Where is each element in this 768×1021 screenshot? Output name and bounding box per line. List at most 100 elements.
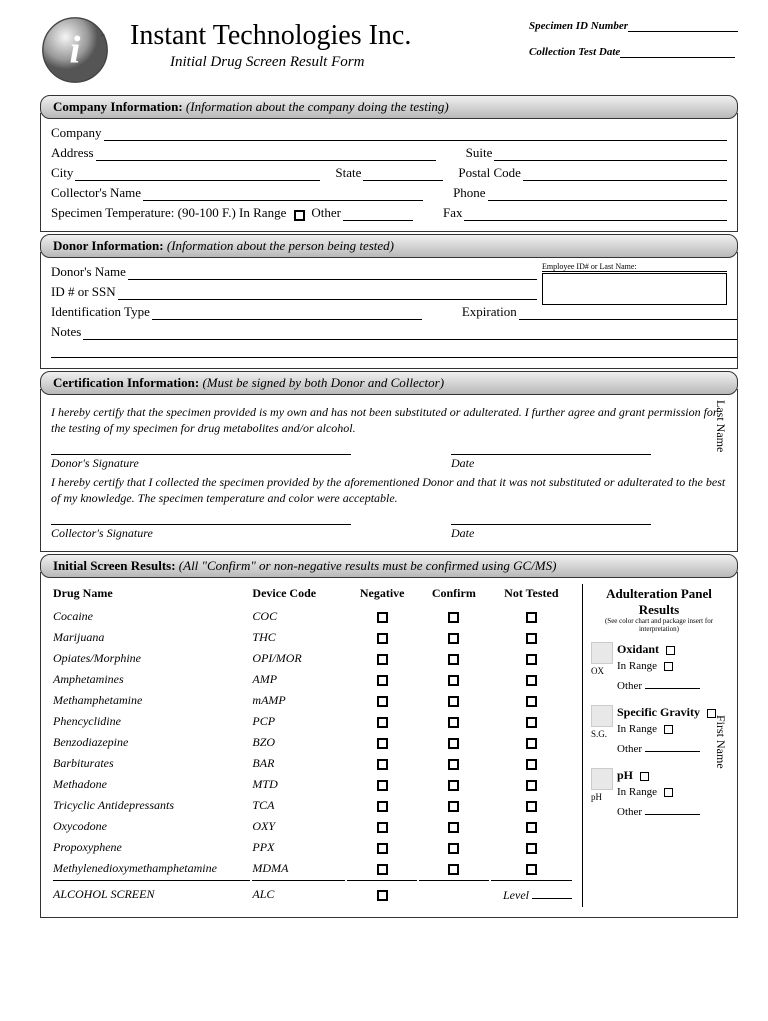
- neg-checkbox[interactable]: [377, 822, 388, 833]
- neg-checkbox[interactable]: [377, 801, 388, 812]
- phone-label: Phone: [453, 185, 486, 201]
- neg-checkbox[interactable]: [377, 717, 388, 728]
- state-field[interactable]: [363, 167, 443, 181]
- confirm-checkbox[interactable]: [448, 822, 459, 833]
- neg-checkbox[interactable]: [377, 696, 388, 707]
- suite-field[interactable]: [494, 147, 727, 161]
- panel-name: Oxidant: [617, 642, 727, 657]
- results-section-body: Drug Name Device Code Negative Confirm N…: [40, 572, 738, 918]
- not-tested-checkbox[interactable]: [526, 675, 537, 686]
- not-tested-checkbox[interactable]: [526, 633, 537, 644]
- neg-checkbox[interactable]: [377, 675, 388, 686]
- confirm-checkbox[interactable]: [448, 633, 459, 644]
- table-row: Tricyclic AntidepressantsTCA: [53, 796, 572, 815]
- collection-date-field[interactable]: Collection Test Date: [529, 46, 738, 58]
- donor-date-field[interactable]: Date: [451, 454, 651, 471]
- company-field[interactable]: Company: [51, 125, 727, 141]
- neg-checkbox[interactable]: [377, 843, 388, 854]
- not-tested-checkbox[interactable]: [526, 696, 537, 707]
- confirm-checkbox[interactable]: [448, 675, 459, 686]
- other-field[interactable]: [645, 738, 700, 752]
- not-tested-checkbox[interactable]: [526, 822, 537, 833]
- address-field[interactable]: [96, 147, 436, 161]
- notes-field-2[interactable]: [51, 344, 737, 358]
- alcohol-row: ALCOHOL SCREEN ALC Level: [53, 880, 572, 905]
- in-range-checkbox[interactable]: [664, 662, 673, 671]
- page-title: Instant Technologies Inc.: [130, 20, 529, 52]
- not-tested-checkbox[interactable]: [526, 780, 537, 791]
- collector-signature-field[interactable]: Collector's Signature: [51, 524, 351, 541]
- collector-date-field[interactable]: Date: [451, 524, 651, 541]
- neg-checkbox[interactable]: [377, 780, 388, 791]
- adulteration-block: S.G.Specific Gravity In Range Other: [591, 705, 727, 758]
- adulteration-block: pHpH In Range Other: [591, 768, 727, 821]
- other-temp-field[interactable]: [343, 207, 413, 221]
- id-ssn-field[interactable]: ID # or SSN: [51, 284, 537, 300]
- not-tested-checkbox[interactable]: [526, 843, 537, 854]
- confirm-checkbox[interactable]: [448, 738, 459, 749]
- other-field[interactable]: [645, 675, 700, 689]
- notes-field[interactable]: Notes: [51, 324, 737, 340]
- confirm-checkbox[interactable]: [448, 612, 459, 623]
- confirm-checkbox[interactable]: [448, 654, 459, 665]
- not-tested-checkbox[interactable]: [526, 654, 537, 665]
- not-tested-checkbox[interactable]: [526, 717, 537, 728]
- neg-checkbox[interactable]: [377, 738, 388, 749]
- swatch-abbr: OX: [591, 666, 617, 676]
- last-name-side-label: Last Name: [713, 400, 728, 452]
- employee-id-label: Employee ID# or Last Name:: [542, 262, 727, 272]
- not-tested-checkbox[interactable]: [526, 738, 537, 749]
- col-neg: Negative: [347, 586, 417, 605]
- expiration-field[interactable]: [519, 306, 737, 320]
- collector-label: Collector's Name: [51, 185, 141, 201]
- table-row: CocaineCOC: [53, 607, 572, 626]
- employee-id-box[interactable]: Employee ID# or Last Name:: [542, 262, 727, 305]
- city-field[interactable]: [75, 167, 320, 181]
- panel-name: Specific Gravity: [617, 705, 727, 720]
- collector-field[interactable]: [143, 187, 423, 201]
- panel-checkbox[interactable]: [666, 646, 675, 655]
- confirm-checkbox[interactable]: [448, 696, 459, 707]
- not-tested-checkbox[interactable]: [526, 759, 537, 770]
- svg-text:i: i: [70, 29, 81, 72]
- in-range-checkbox[interactable]: [664, 725, 673, 734]
- neg-checkbox[interactable]: [377, 864, 388, 875]
- donor-cert-text: I hereby certify that the specimen provi…: [51, 405, 727, 436]
- neg-checkbox[interactable]: [377, 654, 388, 665]
- panel-name: pH: [617, 768, 727, 783]
- other-field[interactable]: [645, 801, 700, 815]
- alcohol-level-field[interactable]: [532, 885, 572, 899]
- expiration-label: Expiration: [462, 304, 517, 320]
- confirm-checkbox[interactable]: [448, 801, 459, 812]
- not-tested-checkbox[interactable]: [526, 612, 537, 623]
- postal-field[interactable]: [523, 167, 727, 181]
- in-range-checkbox[interactable]: [664, 788, 673, 797]
- table-row: PropoxyphenePPX: [53, 838, 572, 857]
- id-type-field[interactable]: [152, 306, 422, 320]
- confirm-checkbox[interactable]: [448, 843, 459, 854]
- not-tested-checkbox[interactable]: [526, 864, 537, 875]
- suite-label: Suite: [466, 145, 493, 161]
- fax-field[interactable]: [464, 207, 727, 221]
- confirm-checkbox[interactable]: [448, 759, 459, 770]
- donor-signature-field[interactable]: Donor's Signature: [51, 454, 351, 471]
- panel-checkbox[interactable]: [640, 772, 649, 781]
- not-tested-checkbox[interactable]: [526, 801, 537, 812]
- alcohol-neg-checkbox[interactable]: [377, 890, 388, 901]
- color-swatch: [591, 768, 613, 790]
- neg-checkbox[interactable]: [377, 759, 388, 770]
- phone-field[interactable]: [488, 187, 727, 201]
- neg-checkbox[interactable]: [377, 633, 388, 644]
- confirm-checkbox[interactable]: [448, 717, 459, 728]
- in-range-checkbox[interactable]: [294, 210, 305, 221]
- confirm-checkbox[interactable]: [448, 780, 459, 791]
- table-row: BarbituratesBAR: [53, 754, 572, 773]
- confirm-checkbox[interactable]: [448, 864, 459, 875]
- table-row: OxycodoneOXY: [53, 817, 572, 836]
- neg-checkbox[interactable]: [377, 612, 388, 623]
- donor-name-field[interactable]: Donor's Name: [51, 264, 537, 280]
- cert-section-body: I hereby certify that the specimen provi…: [40, 389, 738, 552]
- fax-label: Fax: [443, 205, 463, 221]
- table-row: BenzodiazepineBZO: [53, 733, 572, 752]
- specimen-id-field[interactable]: Specimen ID Number: [529, 20, 738, 32]
